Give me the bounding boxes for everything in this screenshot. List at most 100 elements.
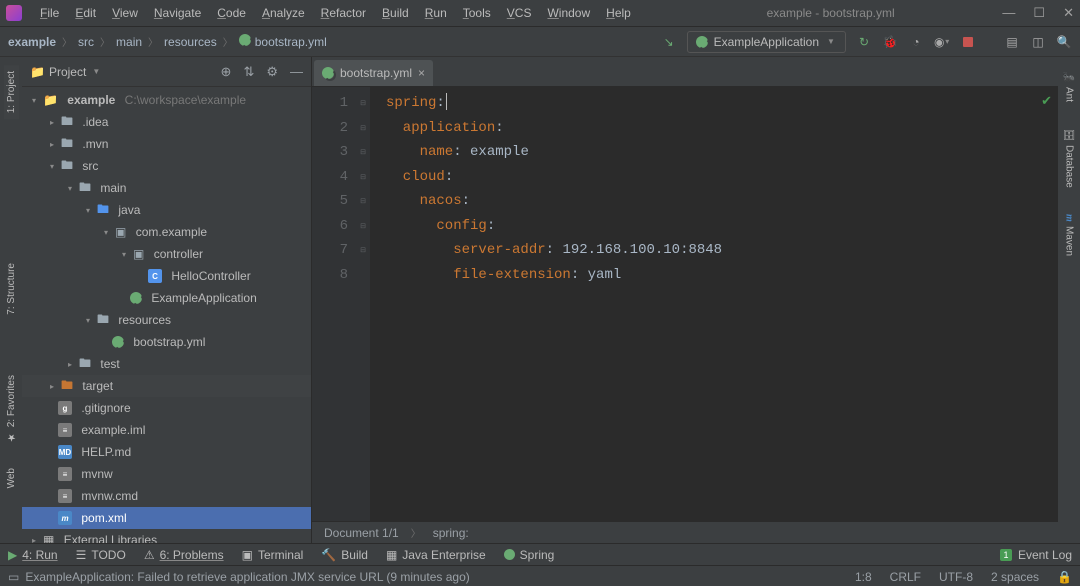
close-button[interactable]: ✕ <box>1063 5 1074 21</box>
tab-favorites[interactable]: ★ 2: Favorites <box>4 369 19 448</box>
tab-structure[interactable]: 7: Structure <box>4 257 19 321</box>
encoding[interactable]: UTF-8 <box>939 570 973 584</box>
structure-popup-icon[interactable]: ◫ <box>1030 34 1046 50</box>
settings-gear-icon[interactable]: ⚙ <box>266 64 278 80</box>
project-header: 📁 Project ▼ ⊕ ⇅ ⚙ — <box>22 57 311 87</box>
tab-favorites-label: 2: Favorites <box>6 375 17 427</box>
inspection-ok-icon[interactable]: ✔ <box>1041 93 1052 109</box>
readonly-lock-icon[interactable]: 🔒 <box>1057 570 1072 584</box>
chevron-down-icon: ▼ <box>90 67 102 76</box>
tab-ant[interactable]: 🐜 Ant <box>1062 65 1077 108</box>
tree-folder[interactable]: ▸🖿 target <box>22 375 311 397</box>
javaee-tool-window[interactable]: ▦Java Enterprise <box>386 548 486 562</box>
breadcrumb-item[interactable]: resources <box>164 35 217 49</box>
tree-external-libs[interactable]: ▸▦ External Libraries <box>22 529 311 543</box>
tree-file[interactable]: g .gitignore <box>22 397 311 419</box>
hide-button[interactable]: — <box>290 64 303 80</box>
locate-icon[interactable]: ⊕ <box>221 64 232 80</box>
run-config-selector[interactable]: ExampleApplication ▼ <box>687 31 846 53</box>
tree-folder[interactable]: ▾🖿 main <box>22 177 311 199</box>
coverage-icon[interactable]: ◔ <box>908 34 924 50</box>
tab-web[interactable]: Web <box>4 462 19 494</box>
menu-analyze[interactable]: Analyze <box>254 3 313 23</box>
update-icon[interactable]: ▤ <box>1004 34 1020 50</box>
stop-button[interactable] <box>960 34 976 50</box>
menu-window[interactable]: Window <box>539 3 598 23</box>
tab-project[interactable]: 1: Project <box>4 65 19 119</box>
menu-vcs[interactable]: VCS <box>499 3 540 23</box>
menu-edit[interactable]: Edit <box>67 3 104 23</box>
tree-file[interactable]: bootstrap.yml <box>22 331 311 353</box>
search-everywhere-icon[interactable]: 🔍 <box>1056 34 1072 50</box>
tree-file[interactable]: ≡ mvnw.cmd <box>22 485 311 507</box>
code-content[interactable]: spring: application: name: example cloud… <box>370 87 1058 521</box>
expand-all-icon[interactable]: ⇅ <box>243 64 254 80</box>
tab-database[interactable]: 🗄 Database <box>1062 122 1077 194</box>
tree-folder[interactable]: ▾🖿 java <box>22 199 311 221</box>
menu-help[interactable]: Help <box>598 3 639 23</box>
menu-tools[interactable]: Tools <box>455 3 499 23</box>
tree-folder[interactable]: ▾🖿 src <box>22 155 311 177</box>
breadcrumb-item[interactable]: src <box>78 35 94 49</box>
close-tab-icon[interactable]: × <box>418 66 425 80</box>
breadcrumb-item[interactable]: example <box>8 35 56 49</box>
tree-label: HELP.md <box>81 445 131 459</box>
editor[interactable]: 12345678 ⊟⊟⊟⊟⊟⊟⊟ spring: application: na… <box>312 87 1058 521</box>
maximize-button[interactable]: ☐ <box>1033 5 1045 21</box>
todo-tool-window[interactable]: ☰TODO <box>76 548 126 562</box>
project-icon: 📁 <box>43 93 58 107</box>
tree-folder[interactable]: ▸🖿 .mvn <box>22 133 311 155</box>
breadcrumb-item[interactable]: bootstrap.yml <box>255 35 327 49</box>
menu-code[interactable]: Code <box>209 3 254 23</box>
line-ending[interactable]: CRLF <box>890 570 921 584</box>
tree-class[interactable]: ExampleApplication <box>22 287 311 309</box>
build-tool-window[interactable]: 🔨Build <box>321 548 368 562</box>
tree-file[interactable]: ≡ example.iml <box>22 419 311 441</box>
spring-icon <box>696 36 708 48</box>
spring-label: Spring <box>520 548 555 562</box>
tree-folder[interactable]: ▾🖿 resources <box>22 309 311 331</box>
event-log-button[interactable]: 1Event Log <box>1000 548 1072 562</box>
tree-root[interactable]: ▾📁 example C:\workspace\example <box>22 89 311 111</box>
rerun-icon[interactable]: ↻ <box>856 34 872 50</box>
tree-class[interactable]: C HelloController <box>22 265 311 287</box>
menu-refactor[interactable]: Refactor <box>313 3 374 23</box>
tree-file[interactable]: ≡ mvnw <box>22 463 311 485</box>
tree-folder[interactable]: ▸🖿 test <box>22 353 311 375</box>
status-message[interactable]: ExampleApplication: Failed to retrieve a… <box>25 570 469 584</box>
indent[interactable]: 2 spaces <box>991 570 1039 584</box>
folder-icon: 🖿 <box>61 134 73 155</box>
tree-file[interactable]: MD HELP.md <box>22 441 311 463</box>
breadcrumb-item[interactable]: main <box>116 35 142 49</box>
menu-navigate[interactable]: Navigate <box>146 3 209 23</box>
problems-tool-window[interactable]: ⚠6: Problems <box>144 548 224 562</box>
run-tool-window[interactable]: ▶4: Run <box>8 548 58 562</box>
tab-maven[interactable]: m Maven <box>1062 208 1077 262</box>
tree-label: mvnw <box>81 467 112 481</box>
crumb-doc[interactable]: Document 1/1 <box>324 526 399 540</box>
tree-label: main <box>100 181 126 195</box>
project-tree[interactable]: ▾📁 example C:\workspace\example ▸🖿 .idea… <box>22 87 311 543</box>
profile-icon[interactable]: ◉▾ <box>934 34 950 50</box>
terminal-tool-window[interactable]: ▣Terminal <box>242 548 304 562</box>
project-view-selector[interactable]: 📁 Project ▼ <box>30 65 102 79</box>
tree-folder[interactable]: ▸🖿 .idea <box>22 111 311 133</box>
editor-tab[interactable]: bootstrap.yml × <box>314 60 433 86</box>
tree-package[interactable]: ▾▣ com.example <box>22 221 311 243</box>
problems-label: 6: Problems <box>160 548 224 562</box>
caret-position[interactable]: 1:8 <box>855 570 872 584</box>
menu-build[interactable]: Build <box>374 3 417 23</box>
menu-file[interactable]: File <box>32 3 67 23</box>
debug-icon[interactable]: 🐞 <box>882 34 898 50</box>
class-icon: C <box>148 269 162 283</box>
tree-package[interactable]: ▾▣ controller <box>22 243 311 265</box>
menu-view[interactable]: View <box>104 3 146 23</box>
minimize-button[interactable]: — <box>1002 5 1015 21</box>
tree-label: com.example <box>136 225 207 239</box>
tree-file-selected[interactable]: m pom.xml <box>22 507 311 529</box>
spring-tool-window[interactable]: Spring <box>504 548 555 562</box>
crumb-path[interactable]: spring: <box>433 526 469 540</box>
build-hammer-icon[interactable]: ↘ <box>661 34 677 50</box>
menu-run[interactable]: Run <box>417 3 455 23</box>
tree-label: example.iml <box>81 423 145 437</box>
